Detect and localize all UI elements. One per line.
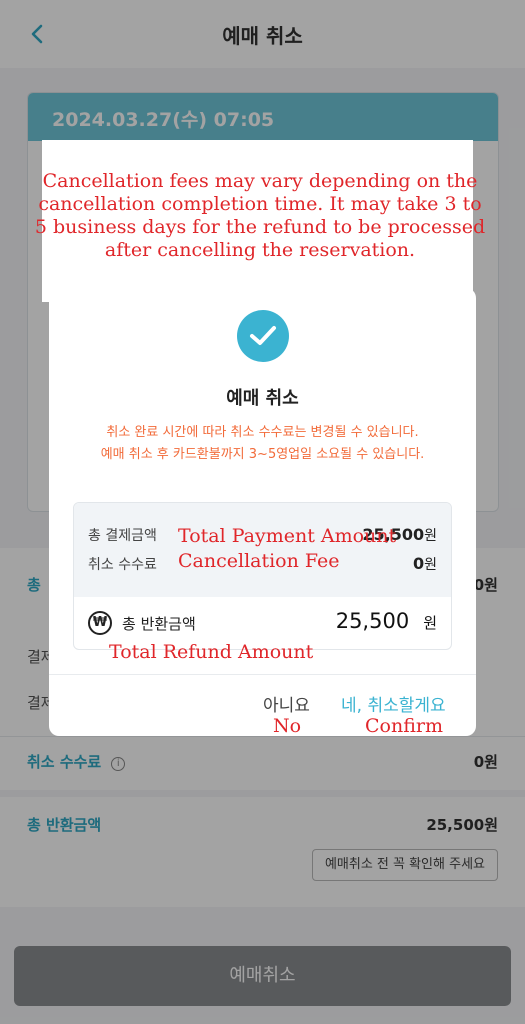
cancel-dialog: 예매 취소 취소 완료 시간에 따라 취소 수수료는 변경될 수 있습니다. 예… <box>49 288 476 736</box>
translation-cancellation-fee: Cancellation Fee <box>178 550 340 572</box>
refund-amount: 25,500 원 <box>336 609 437 633</box>
no-button[interactable]: 아니요 <box>263 691 310 716</box>
payment-label: 총 결제금액 <box>88 528 157 544</box>
refund-unit: 원 <box>423 614 437 632</box>
translation-total-refund: Total Refund Amount <box>109 641 314 663</box>
translation-notice: Cancellation fees may vary depending on … <box>34 170 486 261</box>
check-circle-icon <box>237 310 289 362</box>
translation-total-payment: Total Payment Amount <box>178 525 397 547</box>
translation-confirm: Confirm <box>365 715 443 737</box>
payment-unit: 원 <box>424 528 437 544</box>
dialog-title: 예매 취소 <box>226 388 299 409</box>
translation-no: No <box>273 715 302 737</box>
won-icon: ₩ <box>88 611 112 635</box>
fee-value: 0 <box>412 554 425 573</box>
dialog-message: 취소 완료 시간에 따라 취소 수수료는 변경될 수 있습니다. 예매 취소 후… <box>100 425 425 462</box>
refund-value: 25,500 <box>335 609 410 633</box>
fee-unit: 원 <box>424 557 437 573</box>
fee-label: 취소 수수료 <box>88 557 157 573</box>
confirm-cancel-button[interactable]: 네, 취소할게요 <box>341 691 446 716</box>
refund-label: 총 반환금액 <box>122 615 196 633</box>
